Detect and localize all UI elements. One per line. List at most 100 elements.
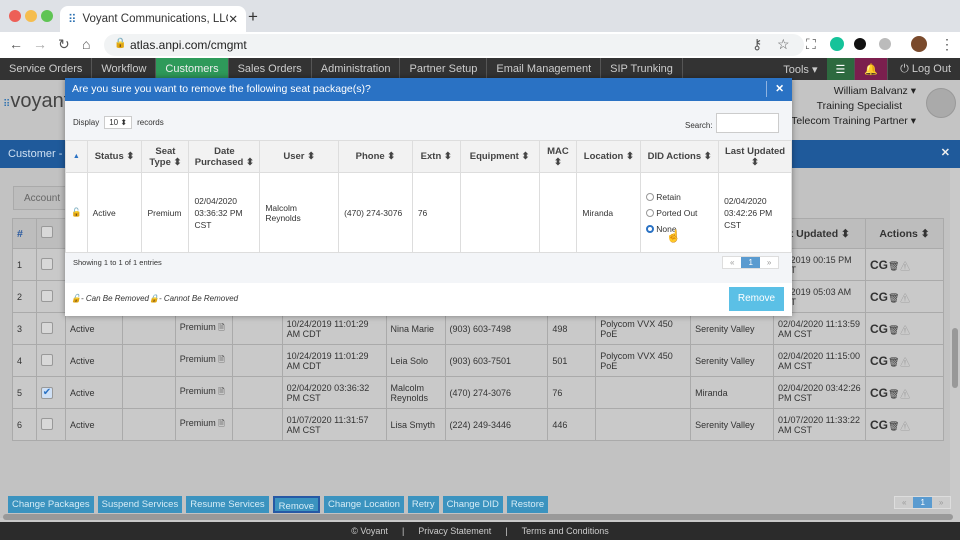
col-date-purchased[interactable]: Date Purchased ⬍ xyxy=(188,140,261,173)
select-all-checkbox[interactable] xyxy=(35,218,66,249)
col-phone[interactable]: Phone ⬍ xyxy=(338,140,413,173)
col-equipment[interactable]: Equipment ⬍ xyxy=(459,140,540,173)
search-input[interactable] xyxy=(716,113,779,133)
row-checkbox[interactable] xyxy=(40,257,53,270)
notifications-bell-icon[interactable]: 🔔 xyxy=(855,58,889,80)
reload-icon[interactable]: ↻ xyxy=(58,36,70,53)
google-icon[interactable]: G xyxy=(879,290,888,304)
col-sort[interactable]: ▲ xyxy=(65,140,88,173)
nav-administration[interactable]: Administration xyxy=(312,58,401,80)
warning-icon[interactable]: ⚠ xyxy=(899,261,910,271)
warning-icon[interactable]: ⚠ xyxy=(899,293,910,303)
trash-icon[interactable]: 🗑 xyxy=(888,261,899,271)
user-avatar[interactable] xyxy=(926,88,956,118)
nav-email-management[interactable]: Email Management xyxy=(487,58,602,80)
warning-icon[interactable]: ⚠ xyxy=(899,357,910,367)
col-seat-type[interactable]: Seat Type ⬍ xyxy=(141,140,190,173)
google-icon[interactable]: G xyxy=(879,258,888,272)
table-row[interactable]: 4 Active Premium 🗎 10/24/2019 11:01:29 AM C… xyxy=(12,344,945,377)
bookmark-star-icon[interactable]: ☆ xyxy=(777,36,790,53)
modal-close-icon[interactable]: ✕ xyxy=(766,81,792,97)
profile-avatar[interactable] xyxy=(911,36,927,52)
remove-button[interactable]: Remove xyxy=(272,496,321,513)
trash-icon[interactable]: 🗑 xyxy=(888,389,899,399)
row-checkbox[interactable] xyxy=(35,344,66,377)
col-status[interactable]: Status ⬍ xyxy=(86,140,143,173)
google-icon[interactable]: G xyxy=(879,354,888,368)
row-checkbox[interactable] xyxy=(35,408,66,441)
actions-cell[interactable]: CG🗑⚠ xyxy=(864,344,945,377)
retry-button[interactable]: Retry xyxy=(407,496,439,513)
tab-account[interactable]: Account xyxy=(13,186,73,210)
privacy-link[interactable]: Privacy Statement xyxy=(418,526,491,540)
bottom-pagination[interactable]: «1» xyxy=(894,496,952,509)
confirm-remove-button[interactable]: Remove xyxy=(729,287,784,311)
document-icon[interactable]: 🗎 xyxy=(218,387,224,396)
did-retain-radio[interactable]: Retain xyxy=(646,192,713,202)
row-checkbox[interactable] xyxy=(35,280,66,313)
restore-button[interactable]: Restore xyxy=(506,496,549,513)
actions-cell[interactable]: CG🗑⚠ xyxy=(864,376,945,409)
change-did-button[interactable]: Change DID xyxy=(442,496,503,513)
forward-icon[interactable]: → xyxy=(33,36,47,52)
nav-partner-setup[interactable]: Partner Setup xyxy=(400,58,488,80)
user-name-menu[interactable]: William Balvanz ▾ xyxy=(783,84,916,99)
table-row[interactable]: 3 Active Premium 🗎 10/24/2019 11:01:29 AM C… xyxy=(12,312,945,345)
screenshot-icon[interactable]: ⛶ xyxy=(806,36,816,53)
change-location-button[interactable]: Change Location xyxy=(324,496,404,513)
warning-icon[interactable]: ⚠ xyxy=(899,389,910,399)
trash-icon[interactable]: 🗑 xyxy=(888,293,899,303)
document-icon[interactable]: 🗎 xyxy=(218,323,224,332)
actions-cell[interactable]: CG🗑⚠ xyxy=(864,248,945,281)
warning-icon[interactable]: ⚠ xyxy=(899,325,910,335)
row-checkbox[interactable] xyxy=(40,321,53,334)
nav-sip-trunking[interactable]: SIP Trunking xyxy=(601,58,683,80)
tools-menu[interactable]: Tools ▾ xyxy=(774,58,826,80)
horizontal-scrollbar[interactable] xyxy=(3,514,953,520)
new-tab-icon[interactable]: + xyxy=(248,7,258,27)
reload-icon[interactable]: C xyxy=(870,354,879,368)
resume-services-button[interactable]: Resume Services xyxy=(186,496,269,513)
did-ported-out-radio[interactable]: Ported Out xyxy=(646,208,713,218)
col-extn[interactable]: Extn ⬍ xyxy=(411,140,461,173)
actions-cell[interactable]: CG🗑⚠ xyxy=(864,408,945,441)
extension-icon[interactable] xyxy=(879,38,891,50)
reload-icon[interactable]: C xyxy=(870,418,879,432)
row-checkbox[interactable] xyxy=(35,248,66,281)
google-icon[interactable]: G xyxy=(879,322,888,336)
reload-icon[interactable]: C xyxy=(870,290,879,304)
row-checkbox[interactable] xyxy=(40,289,53,302)
row-checkbox[interactable]: ✔ xyxy=(40,386,53,399)
nav-sales-orders[interactable]: Sales Orders xyxy=(229,58,312,80)
nav-service-orders[interactable]: Service Orders xyxy=(0,58,93,80)
trash-icon[interactable]: 🗑 xyxy=(888,421,899,431)
close-tab-icon[interactable]: ✕ xyxy=(228,12,238,26)
actions-cell[interactable]: CG🗑⚠ xyxy=(864,312,945,345)
col-actions[interactable]: Actions ⬍ xyxy=(864,218,945,249)
reload-icon[interactable]: C xyxy=(870,386,879,400)
table-row[interactable]: 5 ✔ Active Premium 🗎 02/04/2020 03:36:32 PM … xyxy=(12,376,945,409)
close-icon[interactable]: ✕ xyxy=(941,146,950,159)
records-per-page-select[interactable]: 10 ⬍ xyxy=(104,116,133,129)
document-icon[interactable]: 🗎 xyxy=(218,355,224,364)
vertical-scrollbar[interactable] xyxy=(952,328,958,388)
document-icon[interactable]: 🗎 xyxy=(218,419,224,428)
change-packages-button[interactable]: Change Packages xyxy=(8,496,94,513)
row-checkbox[interactable] xyxy=(40,417,53,430)
suspend-services-button[interactable]: Suspend Services xyxy=(97,496,183,513)
logout-button[interactable]: ⏻ Log Out xyxy=(888,58,960,80)
row-checkbox[interactable]: ✔ xyxy=(35,376,66,409)
trash-icon[interactable]: 🗑 xyxy=(888,357,899,367)
grammarly-icon[interactable] xyxy=(830,37,844,51)
google-icon[interactable]: G xyxy=(879,418,888,432)
home-icon[interactable]: ⌂ xyxy=(82,36,90,52)
close-window-button[interactable] xyxy=(9,10,21,22)
modal-pagination[interactable]: «1» xyxy=(722,256,780,269)
warning-icon[interactable]: ⚠ xyxy=(899,421,910,431)
col-location[interactable]: Location ⬍ xyxy=(576,140,642,173)
nav-customers[interactable]: Customers xyxy=(156,58,229,80)
partner-menu[interactable]: e Telecom Training Partner ▾ xyxy=(783,114,917,129)
col-mac[interactable]: MAC ⬍ xyxy=(538,140,578,173)
nav-workflow[interactable]: Workflow xyxy=(92,58,157,80)
hamburger-menu-icon[interactable]: ☰ xyxy=(826,58,856,80)
